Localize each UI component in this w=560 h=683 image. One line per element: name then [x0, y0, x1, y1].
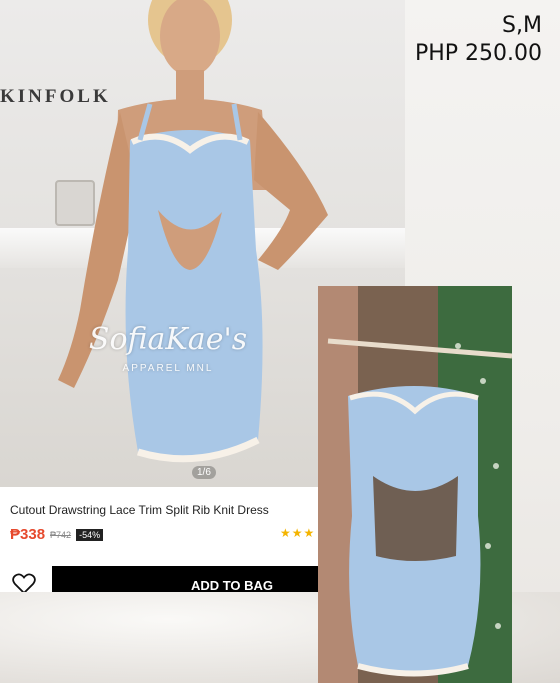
watermark-subtitle: APPAREL MNL	[122, 363, 214, 374]
model-figure	[58, 0, 328, 463]
actual-item-drawing	[318, 286, 512, 683]
actual-item-photo	[318, 286, 512, 683]
heart-icon	[12, 573, 36, 592]
rating-stars[interactable]: ★★★	[280, 526, 315, 540]
image-indicator: 1/6	[192, 466, 216, 479]
price-caption: S,M PHP 250.00	[415, 12, 542, 67]
wishlist-heart-icon[interactable]	[10, 570, 38, 592]
available-sizes: S,M	[502, 13, 542, 38]
dress-shape	[125, 130, 263, 459]
model-face	[160, 0, 220, 76]
price-row: ₱338 ₱742 -54%	[10, 526, 104, 543]
watermark: SofiaKae's APPAREL MNL	[78, 322, 258, 374]
sale-price: ₱338	[10, 526, 46, 543]
caption-price: PHP 250.00	[414, 40, 542, 66]
product-title[interactable]: Cutout Drawstring Lace Trim Split Rib Kn…	[10, 503, 269, 517]
watermark-script: SofiaKae's	[88, 322, 248, 357]
original-price: ₱742	[50, 529, 72, 540]
model-right-arm	[254, 112, 328, 270]
discount-badge: -54%	[76, 528, 104, 541]
